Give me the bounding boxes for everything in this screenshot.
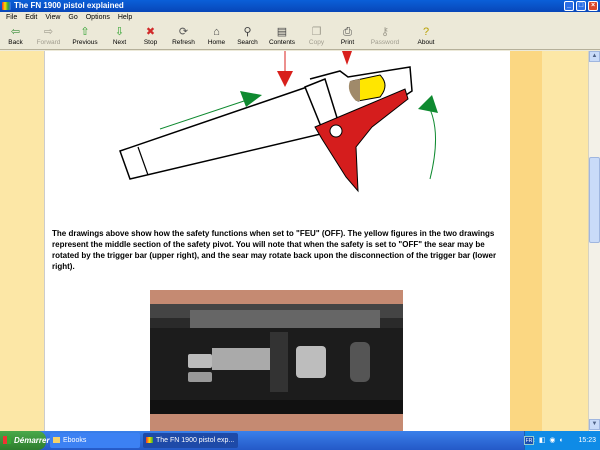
minimize-button[interactable]: _ xyxy=(564,1,574,11)
folder-icon xyxy=(53,437,60,443)
vertical-scrollbar[interactable]: ▲ ▼ xyxy=(588,51,600,431)
contents-icon: ▤ xyxy=(276,26,288,38)
copy-icon: ❐ xyxy=(311,26,322,38)
task-fn1900[interactable]: The FN 1900 pistol exp... xyxy=(143,433,238,448)
left-margin-bar xyxy=(0,51,44,431)
forward-arrow-icon: ⇨ xyxy=(43,26,54,38)
menu-go[interactable]: Go xyxy=(64,12,81,24)
refresh-button[interactable]: ⟳ Refresh xyxy=(166,24,201,50)
language-indicator[interactable]: FR xyxy=(524,436,534,445)
windows-logo-icon xyxy=(3,436,11,444)
contents-button[interactable]: ▤ Contents xyxy=(263,24,301,50)
stop-button[interactable]: ✖ Stop xyxy=(135,24,166,50)
system-tray: « ◧ ◉ ◐ 15:23 xyxy=(524,431,600,450)
copy-button[interactable]: ❐ Copy xyxy=(301,24,332,50)
right-margin-bar xyxy=(510,51,542,431)
description-text: The drawings above show how the safety f… xyxy=(52,229,497,271)
close-button[interactable]: × xyxy=(588,1,598,11)
stop-icon: ✖ xyxy=(145,26,156,38)
down-arrow-icon: ⇩ xyxy=(114,26,125,38)
back-arrow-icon: ⇦ xyxy=(10,26,21,38)
clock: 15:23 xyxy=(578,437,596,444)
tray-icons: « ◧ ◉ ◐ xyxy=(531,437,565,444)
home-button[interactable]: ⌂ Home xyxy=(201,24,232,50)
print-icon: ⎙ xyxy=(343,26,352,38)
start-button[interactable]: Démarrer xyxy=(0,431,50,450)
menu-view[interactable]: View xyxy=(41,12,64,24)
red-arrow-top xyxy=(342,51,352,65)
search-button[interactable]: ⚲ Search xyxy=(232,24,263,50)
back-button[interactable]: ⇦ Back xyxy=(0,24,31,50)
print-button[interactable]: ⎙ Print xyxy=(332,24,363,50)
scroll-thumb[interactable] xyxy=(589,157,600,243)
title-bar: The FN 1900 pistol explained _ □ × xyxy=(0,0,600,12)
maximize-button[interactable]: □ xyxy=(576,1,586,11)
previous-button[interactable]: ⇧ Previous xyxy=(66,24,104,50)
menu-file[interactable]: File xyxy=(2,12,21,24)
green-arrow-right xyxy=(418,95,438,113)
menu-bar: File Edit View Go Options Help xyxy=(0,12,600,24)
menu-options[interactable]: Options xyxy=(82,12,114,24)
refresh-icon: ⟳ xyxy=(178,26,189,38)
window-title: The FN 1900 pistol explained xyxy=(14,1,124,10)
about-icon: ? xyxy=(422,26,430,38)
home-icon: ⌂ xyxy=(213,26,220,38)
taskbar: Démarrer Ebooks The FN 1900 pistol exp..… xyxy=(0,431,600,450)
safety-mechanism-drawing xyxy=(119,51,438,193)
password-button[interactable]: ⚷ Password xyxy=(363,24,407,50)
pistol-photo xyxy=(150,290,403,431)
book-icon xyxy=(146,437,153,443)
about-button[interactable]: ? About xyxy=(407,24,445,50)
scroll-down-icon[interactable]: ▼ xyxy=(589,419,600,430)
menu-edit[interactable]: Edit xyxy=(21,12,41,24)
pivot-pin xyxy=(329,124,343,138)
next-button[interactable]: ⇩ Next xyxy=(104,24,135,50)
toolbar: ⇦ Back ⇨ Forward ⇧ Previous ⇩ Next ✖ Stop ⟳ Re… xyxy=(0,24,600,50)
page-content: The drawings above show how the safety f… xyxy=(0,51,588,431)
forward-button[interactable]: ⇨ Forward xyxy=(31,24,66,50)
search-icon: ⚲ xyxy=(243,26,252,38)
scroll-up-icon[interactable]: ▲ xyxy=(589,51,600,62)
trigger-bar-shape xyxy=(119,85,326,180)
task-ebooks[interactable]: Ebooks xyxy=(50,433,140,448)
right-margin-outer xyxy=(542,51,588,431)
key-icon: ⚷ xyxy=(380,26,390,38)
app-icon xyxy=(2,2,11,10)
red-arrow-down xyxy=(277,71,293,87)
browser-window: The FN 1900 pistol explained _ □ × File … xyxy=(0,0,600,431)
up-arrow-icon: ⇧ xyxy=(80,26,90,38)
menu-help[interactable]: Help xyxy=(114,12,136,24)
